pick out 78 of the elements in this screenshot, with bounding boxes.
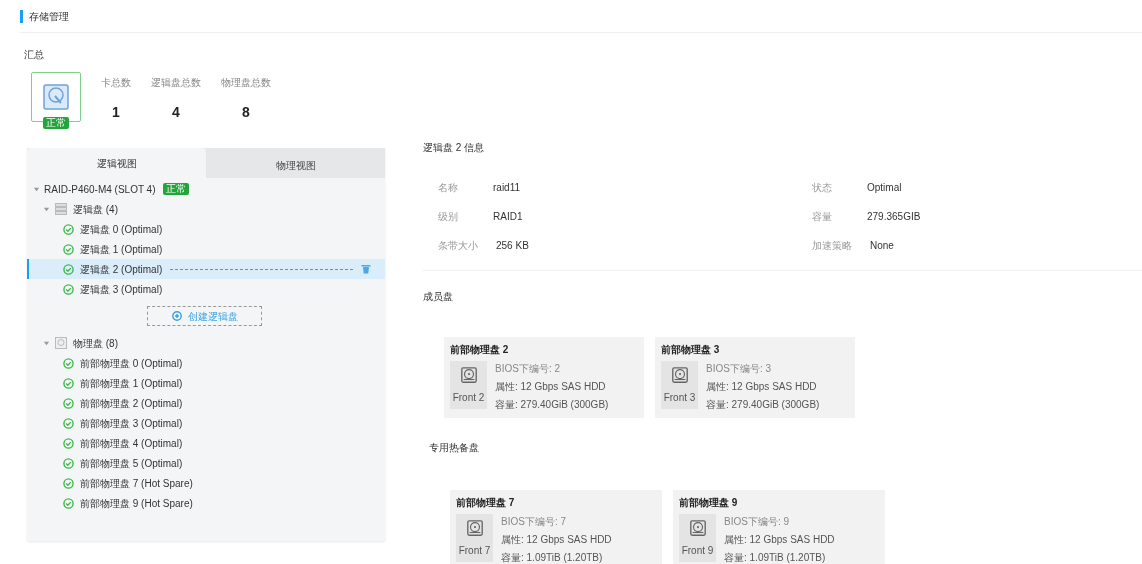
tree-item[interactable]: 前部物理盘 2 (Optimal): [27, 393, 385, 413]
tree-item[interactable]: 逻辑盘 1 (Optimal): [27, 239, 385, 259]
status-badge: 正常: [43, 117, 69, 129]
field-value: None: [870, 239, 894, 253]
field-label: 加速策略: [812, 239, 852, 253]
section-title: 逻辑盘 2 信息: [423, 142, 485, 153]
field-label: 状态: [812, 181, 833, 195]
check-circle-icon: [63, 243, 74, 255]
check-circle-icon: [63, 357, 74, 369]
disk-capacity: 容量: 279.40GiB (300GB): [495, 398, 609, 412]
disk-attribute: 属性: 12 Gbps SAS HDD: [706, 380, 818, 394]
tree-item[interactable]: 逻辑盘 (4): [73, 201, 118, 217]
tree-item[interactable]: 物理盘 (8): [73, 335, 118, 351]
section-title: 汇总: [24, 49, 44, 60]
stat-label: 物理盘总数: [221, 76, 271, 90]
check-circle-icon: [63, 223, 74, 235]
stat-value: 4: [172, 103, 180, 122]
section-title: 专用热备盘: [429, 442, 479, 453]
disk-attribute: 属性: 12 Gbps SAS HDD: [724, 533, 835, 547]
field-label: 容量: [812, 210, 833, 224]
tree-item[interactable]: 逻辑盘 0 (Optimal): [27, 219, 385, 239]
disk-capacity: 容量: 1.09TiB (1.20TB): [501, 551, 604, 564]
bios-number: BIOS下编号: 9: [724, 515, 790, 529]
caret-icon[interactable]: [43, 339, 50, 347]
server-stack-icon: [55, 203, 67, 215]
bios-number: BIOS下编号: 2: [495, 362, 561, 376]
trash-icon[interactable]: [361, 264, 371, 274]
field-value: 256 KB: [496, 239, 529, 253]
stat-value: 8: [242, 103, 250, 122]
tree-item[interactable]: 前部物理盘 0 (Optimal): [27, 353, 385, 373]
stat-label: 逻辑盘总数: [151, 76, 201, 90]
status-badge: 正常: [162, 183, 189, 195]
disk-title: 前部物理盘 9: [679, 496, 739, 510]
disk-title: 前部物理盘 2: [450, 343, 510, 357]
check-circle-icon: [63, 497, 74, 509]
bios-number: BIOS下编号: 3: [706, 362, 772, 376]
field-value: RAID1: [493, 210, 523, 224]
check-circle-icon: [63, 417, 74, 429]
tree-item[interactable]: 前部物理盘 1 (Optimal): [27, 373, 385, 393]
slot-label: Front 9: [681, 543, 714, 558]
stat-label: 卡总数: [101, 76, 131, 90]
tree-item[interactable]: 前部物理盘 9 (Hot Spare): [27, 493, 385, 513]
tree-item[interactable]: 前部物理盘 4 (Optimal): [27, 433, 385, 453]
check-circle-icon: [63, 397, 74, 409]
check-circle-icon: [63, 263, 74, 275]
view-tab[interactable]: 逻辑视图: [27, 148, 206, 178]
tree-item[interactable]: 逻辑盘 3 (Optimal): [27, 279, 385, 299]
check-circle-icon: [63, 283, 74, 295]
disk-attribute: 属性: 12 Gbps SAS HDD: [501, 533, 612, 547]
field-label: 名称: [438, 181, 459, 195]
field-label: 级别: [438, 210, 459, 224]
check-circle-icon: [63, 477, 74, 489]
disk-title: 前部物理盘 3: [661, 343, 721, 357]
field-value: 279.365GIB: [867, 210, 921, 224]
slot-label: Front 3: [663, 390, 696, 405]
disk-title: 前部物理盘 7: [456, 496, 516, 510]
field-value: raid11: [493, 181, 521, 195]
field-label: 条带大小: [438, 239, 478, 253]
section-title: 成员盘: [423, 291, 453, 302]
bios-number: BIOS下编号: 7: [501, 515, 567, 529]
check-circle-icon: [63, 437, 74, 449]
tree-item[interactable]: RAID-P460-M4 (SLOT 4): [44, 181, 156, 197]
disk-attribute: 属性: 12 Gbps SAS HDD: [495, 380, 607, 394]
tree-item[interactable]: 前部物理盘 5 (Optimal): [27, 453, 385, 473]
tree-item[interactable]: 前部物理盘 3 (Optimal): [27, 413, 385, 433]
slot-label: Front 7: [458, 543, 491, 558]
disk-capacity: 容量: 279.40GiB (300GB): [706, 398, 820, 412]
check-circle-icon: [63, 377, 74, 389]
tree-item[interactable]: 前部物理盘 7 (Hot Spare): [27, 473, 385, 493]
check-circle-icon: [63, 457, 74, 469]
tree-item[interactable]: 逻辑盘 2 (Optimal): [27, 259, 385, 279]
caret-icon[interactable]: [43, 205, 50, 213]
disk-capacity: 容量: 1.09TiB (1.20TB): [724, 551, 827, 564]
field-value: Optimal: [867, 181, 902, 195]
caret-icon[interactable]: [33, 185, 40, 193]
stat-value: 1: [112, 103, 120, 122]
page-title: 存储管理: [29, 9, 69, 24]
slot-label: Front 2: [452, 390, 485, 405]
